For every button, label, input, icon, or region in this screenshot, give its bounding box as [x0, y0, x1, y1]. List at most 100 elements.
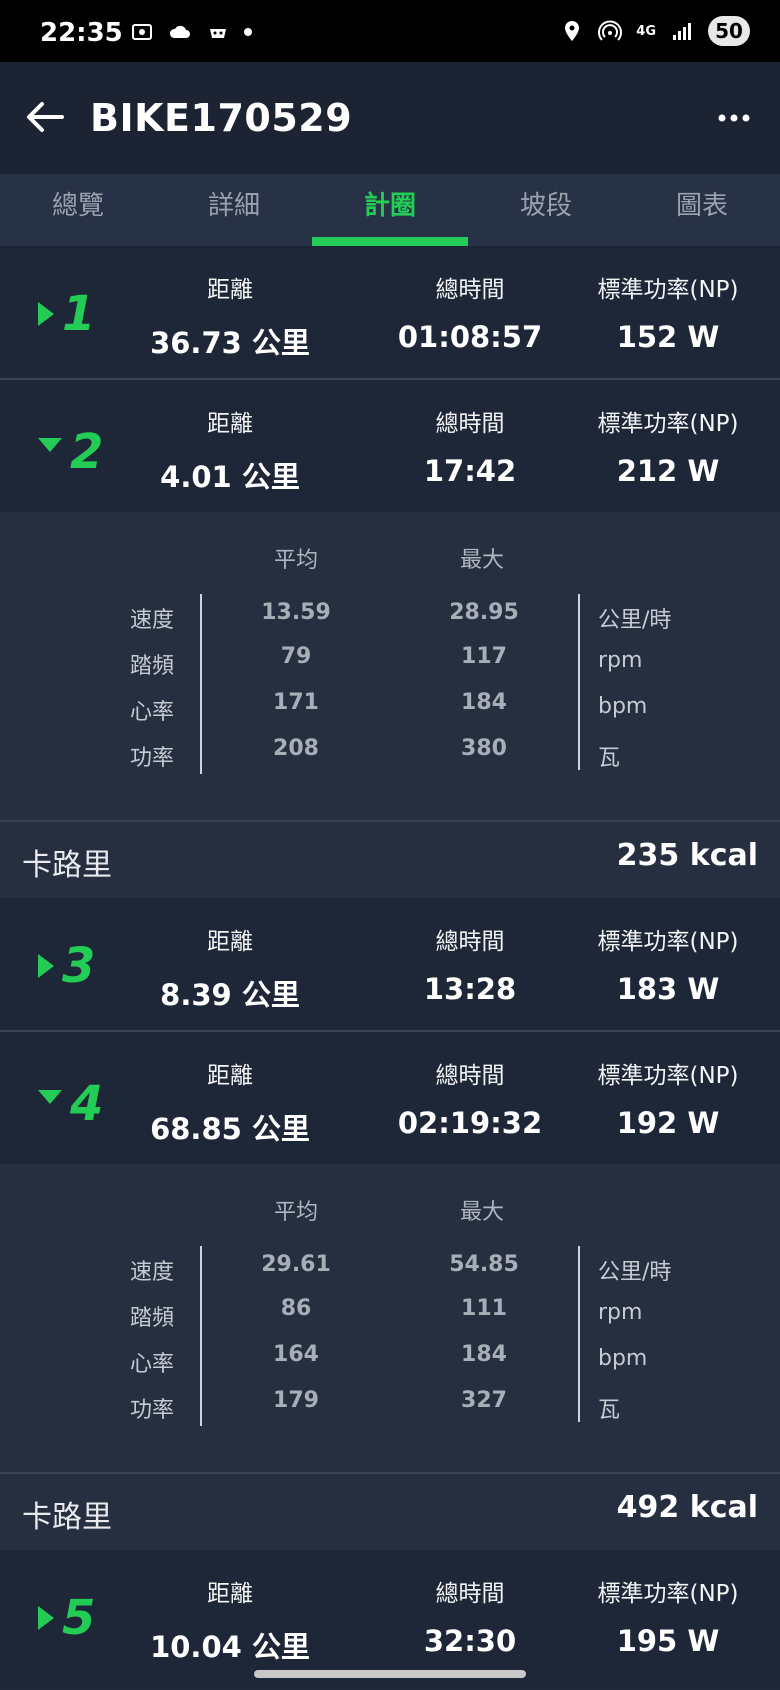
divider — [578, 1246, 580, 1422]
tab-details[interactable]: 詳細 — [156, 174, 312, 246]
total-time-label: 總時間 — [435, 411, 505, 437]
location-icon — [565, 21, 580, 41]
avg-header: 平均 — [274, 1200, 319, 1225]
np-label: 標準功率(NP) — [597, 1063, 739, 1089]
lap-toggle-3[interactable]: 3 — [38, 942, 95, 990]
distance-value: 10.04 公里 — [150, 1630, 310, 1664]
total-time-label: 總時間 — [435, 1581, 505, 1607]
distance-value: 8.39 公里 — [160, 978, 300, 1012]
power-max: 327 — [461, 1388, 507, 1413]
lap-toggle-4[interactable]: 4 — [38, 1080, 103, 1128]
cadence-max: 111 — [461, 1296, 507, 1321]
tab-laps[interactable]: 計圈 — [312, 174, 468, 246]
power-unit: 瓦 — [598, 1398, 621, 1423]
divider — [200, 1246, 202, 1426]
lap-row-1[interactable]: 1 距離 36.73 公里 總時間 01:08:57 標準功率(NP) 152 W — [0, 246, 780, 380]
distance-label: 距離 — [207, 929, 253, 955]
tab-bar: 總覽 詳細 計圈 坡段 圖表 — [0, 174, 780, 246]
lap-row-5[interactable]: 5 距離 10.04 公里 總時間 32:30 標準功率(NP) 195 W — [0, 1550, 780, 1682]
game-icon — [210, 29, 226, 38]
cadence-max: 117 — [461, 644, 507, 669]
more-options-icon[interactable] — [714, 98, 754, 138]
calories-value: 235 kcal — [616, 838, 758, 873]
battery-indicator: 50 — [708, 16, 750, 46]
lap-toggle-2[interactable]: 2 — [38, 428, 103, 476]
speed-unit: 公里/時 — [598, 608, 672, 633]
calories-label: 卡路里 — [22, 848, 112, 883]
tab-charts[interactable]: 圖表 — [624, 174, 780, 246]
heart-rate-max: 184 — [461, 690, 507, 715]
distance-value: 36.73 公里 — [150, 326, 310, 360]
lap-row-3[interactable]: 3 距離 8.39 公里 總時間 13:28 標準功率(NP) 183 W — [0, 898, 780, 1032]
status-bar: 22:35 4G 50 — [0, 0, 780, 62]
max-header: 最大 — [460, 1200, 505, 1225]
distance-label: 距離 — [207, 411, 253, 437]
signal-icon — [673, 23, 691, 40]
notification-icons — [130, 20, 252, 44]
lap-toggle-1[interactable]: 1 — [38, 290, 95, 338]
lap-row-2[interactable]: 2 距離 4.01 公里 總時間 17:42 標準功率(NP) 212 W — [0, 380, 780, 514]
tab-climbs[interactable]: 坡段 — [468, 174, 624, 246]
app-bar: BIKE170529 — [0, 62, 780, 174]
lap-row-4[interactable]: 4 距離 68.85 公里 總時間 02:19:32 標準功率(NP) 192 W — [0, 1032, 780, 1166]
expand-arrow-icon — [38, 1606, 54, 1630]
heart-rate-avg: 164 — [273, 1342, 319, 1367]
divider — [578, 594, 580, 770]
lap-detail-4: 平均 最大 速度 29.61 54.85 公里/時 踏頻 86 111 rpm … — [0, 1164, 780, 1472]
more-notifications-dot — [244, 28, 252, 36]
total-time-label: 總時間 — [435, 1063, 505, 1089]
total-time-value: 01:08:57 — [397, 320, 543, 354]
speed-label: 速度 — [130, 1260, 175, 1285]
back-arrow-icon[interactable] — [22, 94, 68, 140]
distance-label: 距離 — [207, 277, 253, 303]
expand-arrow-icon — [38, 302, 54, 326]
np-label: 標準功率(NP) — [597, 929, 739, 955]
heart-rate-label: 心率 — [130, 1352, 175, 1377]
distance-label: 距離 — [207, 1063, 253, 1089]
lap-toggle-5[interactable]: 5 — [38, 1594, 95, 1642]
cadence-label: 踏頻 — [130, 654, 175, 679]
avg-header: 平均 — [274, 548, 319, 573]
total-time-label: 總時間 — [435, 929, 505, 955]
hotspot-icon — [598, 20, 623, 41]
system-icons: 4G 50 — [560, 16, 750, 46]
np-value: 152 W — [616, 320, 720, 354]
speed-avg: 29.61 — [261, 1252, 331, 1277]
speed-max: 28.95 — [449, 600, 519, 625]
home-indicator[interactable] — [254, 1670, 526, 1678]
np-label: 標準功率(NP) — [597, 411, 739, 437]
lap-number: 3 — [62, 938, 96, 994]
power-unit: 瓦 — [598, 746, 621, 771]
power-max: 380 — [461, 736, 507, 761]
network-type: 4G — [636, 23, 656, 39]
cadence-label: 踏頻 — [130, 1306, 175, 1331]
heart-rate-unit: bpm — [598, 1346, 648, 1371]
power-label: 功率 — [130, 746, 175, 771]
cadence-avg: 86 — [280, 1296, 312, 1321]
divider — [200, 594, 202, 774]
collapse-arrow-icon — [38, 1090, 62, 1104]
total-time-value: 02:19:32 — [397, 1106, 543, 1140]
tab-overview[interactable]: 總覽 — [0, 174, 156, 246]
lap-number: 2 — [70, 424, 104, 480]
total-time-value: 13:28 — [423, 972, 517, 1006]
speed-avg: 13.59 — [261, 600, 331, 625]
speed-unit: 公里/時 — [598, 1260, 672, 1285]
max-header: 最大 — [460, 548, 505, 573]
heart-rate-avg: 171 — [273, 690, 319, 715]
cadence-unit: rpm — [598, 1300, 643, 1325]
np-value: 183 W — [616, 972, 720, 1006]
np-label: 標準功率(NP) — [597, 1581, 739, 1607]
distance-value: 4.01 公里 — [160, 460, 300, 494]
distance-value: 68.85 公里 — [150, 1112, 310, 1146]
np-value: 192 W — [616, 1106, 720, 1140]
power-avg: 208 — [273, 736, 319, 761]
cadence-unit: rpm — [598, 648, 643, 673]
power-label: 功率 — [130, 1398, 175, 1423]
total-time-label: 總時間 — [435, 277, 505, 303]
page-title: BIKE170529 — [90, 96, 353, 140]
lap-number: 5 — [62, 1590, 96, 1646]
expand-arrow-icon — [38, 954, 54, 978]
distance-label: 距離 — [207, 1581, 253, 1607]
calories-value: 492 kcal — [616, 1490, 758, 1525]
